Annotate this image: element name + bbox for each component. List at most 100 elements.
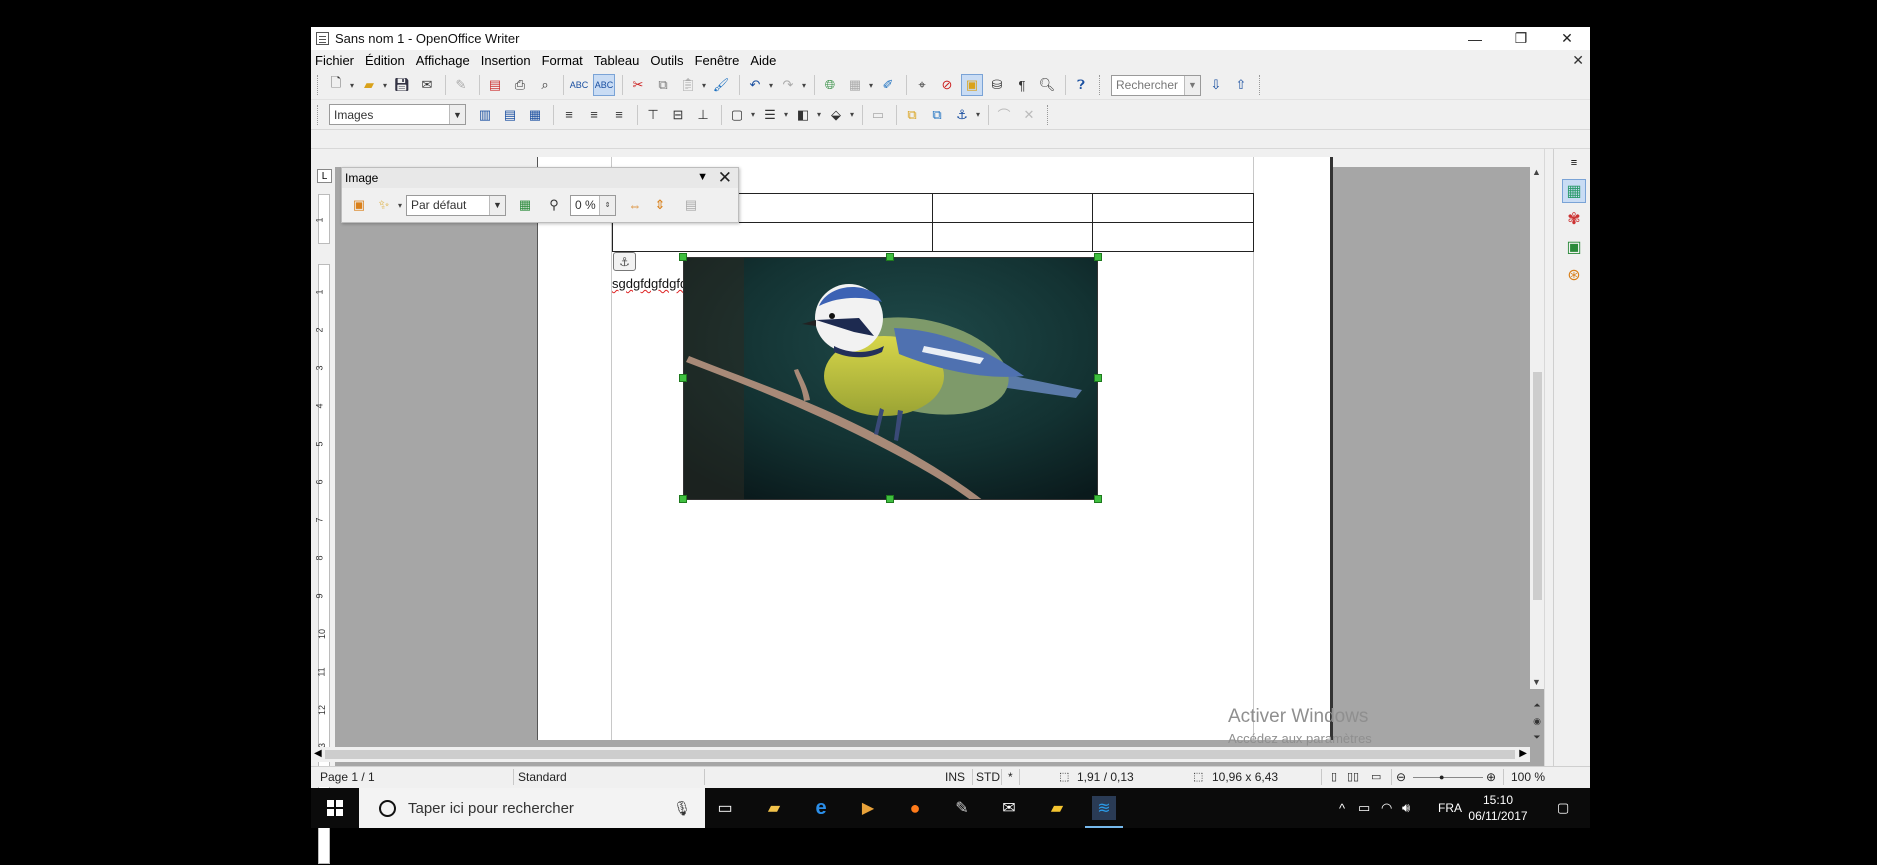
selected-image[interactable] — [683, 257, 1098, 500]
resize-handle[interactable] — [886, 495, 894, 503]
taskbar-search[interactable]: Taper ici pour rechercher 🎙︎ — [359, 788, 705, 828]
task-view-icon[interactable]: ▭ — [713, 796, 737, 820]
menu-outils[interactable]: Outils — [650, 53, 683, 68]
tab-stop-type-icon[interactable]: L — [317, 169, 332, 183]
show-draw-functions-icon[interactable]: ✐ — [877, 74, 899, 96]
color-icon[interactable]: ▦ — [514, 194, 536, 216]
minimize-button[interactable]: — — [1452, 27, 1498, 50]
language-indicator[interactable]: FRA — [1438, 788, 1462, 828]
menu-edition[interactable]: Édition — [365, 53, 405, 68]
scroll-left-icon[interactable]: ◀ — [314, 748, 322, 759]
zoom-in-icon[interactable]: ⊕ — [1486, 770, 1496, 784]
auto-spellcheck-icon[interactable]: ABC — [593, 74, 615, 96]
wrap-page-icon[interactable]: ▤ — [499, 104, 521, 126]
styles-icon[interactable]: ✾ — [1562, 207, 1586, 231]
paint-icon[interactable]: ✎ — [950, 796, 974, 820]
insert-image-icon[interactable]: ▣ — [348, 194, 370, 216]
frame-properties-icon[interactable]: ▤ — [680, 194, 702, 216]
align-left-icon[interactable]: ≡ — [558, 104, 580, 126]
wrap-through-icon[interactable]: ▦ — [524, 104, 546, 126]
mail-icon[interactable]: ✉ — [997, 796, 1021, 820]
menu-aide[interactable]: Aide — [750, 53, 776, 68]
resize-handle[interactable] — [1094, 495, 1102, 503]
sidebar-menu-icon[interactable]: ≡ — [1562, 151, 1586, 175]
chevron-down-icon[interactable]: ▼ — [449, 105, 465, 124]
gallery-icon[interactable]: ▣ — [961, 74, 983, 96]
zoom-icon[interactable]: 🔍︎ — [1036, 74, 1058, 96]
redo-icon[interactable]: ↷ — [777, 74, 806, 96]
notifications-icon[interactable]: ▢ — [1557, 788, 1569, 828]
flip-vertical-icon[interactable]: ⇔ — [624, 194, 646, 216]
menu-fichier[interactable]: Fichier — [315, 53, 354, 68]
horizontal-scrollbar[interactable]: ◀ ▶ — [311, 747, 1530, 762]
table-icon[interactable]: ▦ — [844, 74, 873, 96]
zoom-level[interactable]: 100 % — [1511, 770, 1545, 784]
resize-handle[interactable] — [886, 253, 894, 261]
resize-handle[interactable] — [679, 495, 687, 503]
edge-icon[interactable]: e — [809, 796, 833, 820]
send-to-back-icon[interactable]: ⧉ — [926, 104, 948, 126]
new-document-icon[interactable]: 🗋 — [325, 74, 354, 96]
print-preview-icon[interactable]: ⌕ — [534, 74, 556, 96]
zoom-slider-thumb[interactable]: ● — [1439, 772, 1444, 782]
next-page-icon[interactable]: ⏷ — [1530, 730, 1544, 744]
formatting-marks-icon[interactable]: ¶ — [1011, 74, 1033, 96]
file-explorer-icon[interactable]: ▰ — [762, 796, 786, 820]
close-document-button[interactable]: ✕ — [1572, 52, 1584, 69]
battery-icon[interactable]: ▭ — [1358, 788, 1370, 828]
properties-icon[interactable]: ▦ — [1562, 179, 1586, 203]
print-icon[interactable]: ⎙ — [509, 74, 531, 96]
open-folder-icon[interactable]: ▰ — [358, 74, 387, 96]
anchor-icon[interactable]: ⚓︎ — [951, 104, 980, 126]
graphics-mode-combo[interactable]: Par défaut ▼ — [406, 194, 506, 216]
find-next-icon[interactable]: ⇩ — [1205, 74, 1227, 96]
insert-mode[interactable]: INS — [945, 770, 965, 784]
scroll-down-icon[interactable]: ▼ — [1532, 677, 1541, 687]
show-hidden-icons-icon[interactable]: ^ — [1339, 788, 1345, 828]
close-button[interactable]: ✕ — [1544, 27, 1590, 50]
menu-format[interactable]: Format — [542, 53, 583, 68]
openoffice-icon[interactable]: ≋ — [1085, 796, 1123, 828]
multi-page-view-icon[interactable]: ▯▯ — [1347, 770, 1359, 783]
gallery-sidebar-icon[interactable]: ▣ — [1562, 235, 1586, 259]
resize-handle[interactable] — [1094, 253, 1102, 261]
wrap-off-icon[interactable]: ▥ — [474, 104, 496, 126]
hyperlink-icon[interactable]: 🌐︎ — [819, 74, 841, 96]
border-color-icon[interactable]: ◧ — [792, 104, 821, 126]
undo-icon[interactable]: ↶ — [744, 74, 773, 96]
edit-file-icon[interactable]: ✎ — [450, 74, 472, 96]
zoom-slider[interactable] — [1413, 777, 1483, 778]
toolbar-options-icon[interactable]: ▼ — [697, 171, 708, 183]
stepper-icon[interactable]: ⇕ — [599, 195, 615, 215]
toolbar-grip[interactable] — [317, 75, 320, 95]
sidebar-splitter[interactable] — [1544, 149, 1553, 777]
wifi-icon[interactable]: ◠ — [1381, 788, 1392, 828]
borders-icon[interactable]: ▢ — [726, 104, 755, 126]
scrollbar-thumb[interactable] — [1533, 372, 1542, 600]
toolbar-grip[interactable] — [317, 104, 320, 125]
cut-icon[interactable]: ✂ — [627, 74, 649, 96]
menu-affichage[interactable]: Affichage — [416, 53, 470, 68]
menu-insertion[interactable]: Insertion — [481, 53, 531, 68]
link-frames-icon[interactable]: ⌒ — [993, 104, 1015, 126]
media-app-icon[interactable]: ▶ — [856, 796, 880, 820]
previous-page-icon[interactable]: ⏶ — [1530, 698, 1544, 712]
data-sources-icon[interactable]: ⛁ — [986, 74, 1008, 96]
image-toolbar-header[interactable]: Image ▼ ✕ — [342, 168, 738, 188]
help-icon[interactable]: ❓︎ — [1070, 74, 1092, 96]
anchor-marker-icon[interactable]: ⚓︎ — [613, 252, 636, 271]
page-indicator[interactable]: Page 1 / 1 — [320, 770, 375, 784]
toolbar-overflow-icon[interactable] — [1259, 75, 1262, 95]
align-bottom-icon[interactable]: ⊥ — [692, 104, 714, 126]
restore-button[interactable]: ❐ — [1498, 27, 1544, 50]
close-icon[interactable]: ✕ — [718, 168, 732, 188]
book-view-icon[interactable]: ▭ — [1371, 770, 1381, 783]
align-center-icon[interactable]: ≡ — [583, 104, 605, 126]
background-color-icon[interactable]: ⬙ — [825, 104, 854, 126]
navigator-sidebar-icon[interactable]: ⊛ — [1562, 263, 1586, 287]
frame-properties-icon[interactable]: ▭ — [867, 104, 889, 126]
filter-icon[interactable]: ✨︎ — [373, 194, 402, 216]
copy-icon[interactable]: ⧉ — [652, 74, 674, 96]
format-paintbrush-icon[interactable]: 🖌︎ — [710, 74, 732, 96]
resize-handle[interactable] — [679, 253, 687, 261]
